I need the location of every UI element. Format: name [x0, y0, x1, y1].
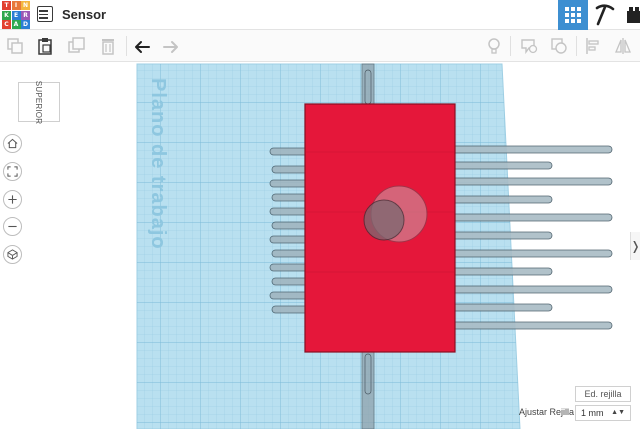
brick-icon	[627, 7, 640, 23]
fit-view-icon	[7, 166, 18, 177]
caret-up-down-icon: ▲▼	[611, 409, 625, 416]
scene-canvas[interactable]: Plano de trabajo	[0, 62, 640, 429]
design-menu-icon[interactable]	[37, 6, 53, 22]
lightbulb-icon	[488, 38, 500, 54]
design-title[interactable]: Sensor	[62, 7, 106, 22]
duplicate-icon	[68, 37, 85, 53]
brick-view-button[interactable]	[626, 6, 640, 24]
tinkercad-logo[interactable]: T I N K E R C A D	[2, 1, 30, 29]
logo-letter: E	[11, 10, 21, 20]
edit-toolbar	[0, 30, 640, 62]
redo-arrow-icon	[163, 41, 178, 53]
redo-button[interactable]	[160, 35, 182, 57]
vertical-pin-bottom[interactable]	[361, 351, 375, 429]
tinkercad-editor: T I N K E R C A D Sensor Plano de trabaj…	[0, 0, 640, 429]
panel-expand-handle[interactable]: ❭	[630, 232, 640, 260]
chevron-right-icon: ❭	[630, 239, 640, 253]
toolbar-divider	[510, 36, 511, 56]
paste-button[interactable]	[34, 35, 56, 57]
logo-letter: D	[21, 20, 30, 29]
fit-view-button[interactable]	[3, 162, 22, 181]
clipboard-icon	[38, 38, 52, 55]
perspective-cube-icon	[7, 249, 18, 260]
workplane-label: Plano de trabajo	[147, 78, 169, 250]
trash-icon	[102, 39, 114, 55]
toolbar-divider	[126, 36, 127, 56]
home-view-button[interactable]	[3, 134, 22, 153]
plus-icon	[8, 195, 17, 204]
perspective-button[interactable]	[3, 245, 22, 264]
align-button[interactable]	[582, 35, 604, 57]
logo-letter: N	[21, 1, 30, 10]
undo-arrow-icon	[135, 41, 150, 53]
logo-letter: A	[11, 20, 21, 29]
duplicate-button[interactable]	[66, 35, 88, 57]
mirror-button[interactable]	[612, 35, 634, 57]
note-button[interactable]	[518, 35, 540, 57]
copy-icon	[7, 38, 23, 54]
pickaxe-icon	[595, 4, 615, 26]
snap-grid-label: Ajustar Rejilla	[519, 407, 575, 417]
toolbar-divider	[576, 36, 577, 56]
logo-letter: C	[2, 20, 11, 29]
grid-view-button[interactable]	[558, 0, 588, 30]
logo-letter: T	[2, 1, 11, 10]
speech-note-icon	[521, 39, 538, 55]
undo-button[interactable]	[131, 35, 153, 57]
vertical-pin-top[interactable]	[361, 63, 375, 105]
edit-grid-button[interactable]: Ed. rejilla	[575, 386, 631, 402]
zoom-in-button[interactable]	[3, 190, 22, 209]
snap-grid-value: 1 mm	[581, 408, 604, 418]
3d-workspace[interactable]: Plano de trabajo SUPERIOR Ed. rejilla Aj…	[0, 62, 640, 429]
group-button[interactable]	[548, 35, 570, 57]
view-cube-face-label: SUPERIOR	[34, 80, 44, 124]
copy-button[interactable]	[4, 35, 26, 57]
logo-letter: K	[2, 10, 11, 20]
home-icon	[7, 138, 18, 149]
minus-icon	[8, 225, 17, 228]
view-cube[interactable]: SUPERIOR	[18, 80, 60, 124]
align-left-icon	[586, 38, 599, 54]
logo-letter: R	[21, 10, 30, 20]
group-shapes-icon	[551, 38, 567, 54]
delete-button[interactable]	[97, 35, 119, 57]
mirror-icon	[615, 38, 631, 54]
grid-icon	[565, 7, 581, 23]
logo-letter: I	[11, 1, 21, 10]
snap-grid-select[interactable]: 1 mm ▲▼	[575, 405, 631, 421]
minecraft-pickaxe-button[interactable]	[592, 2, 618, 28]
top-header: T I N K E R C A D Sensor	[0, 0, 640, 30]
light-button[interactable]	[483, 35, 505, 57]
zoom-out-button[interactable]	[3, 217, 22, 236]
